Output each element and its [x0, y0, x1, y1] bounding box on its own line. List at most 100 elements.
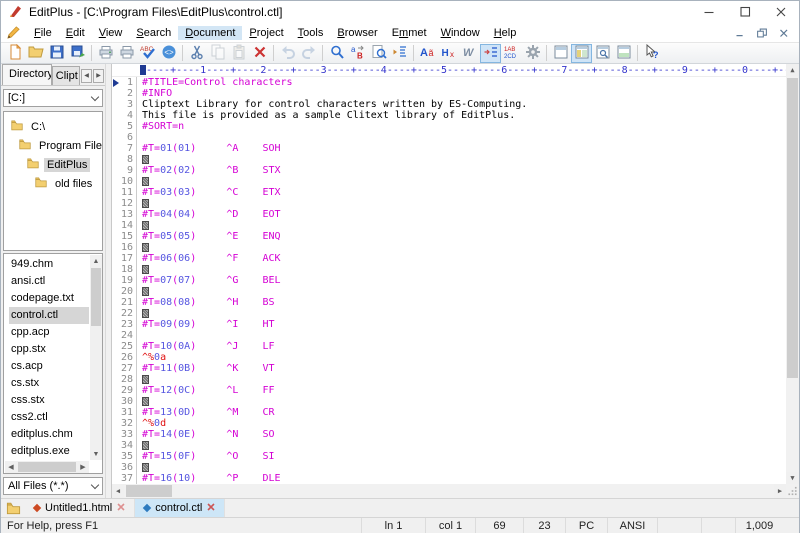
file-item[interactable]: css.stx: [9, 392, 89, 409]
indent-button[interactable]: [389, 44, 410, 63]
fullscreen-button[interactable]: [550, 44, 571, 63]
mdi-minimize-button[interactable]: [729, 25, 751, 41]
file-item[interactable]: cpp.acp: [9, 324, 89, 341]
scroll-right-icon[interactable]: ▶: [774, 484, 786, 498]
wrap-button[interactable]: W: [459, 44, 480, 63]
line-text: #SORT=n: [137, 121, 184, 132]
scroll-down-icon[interactable]: ▼: [90, 448, 102, 460]
close-tab-icon[interactable]: [117, 502, 125, 514]
line-number: 4: [120, 110, 137, 121]
scroll-right-icon[interactable]: ▶: [77, 461, 89, 473]
sidebar-tab-clipt[interactable]: Clipt: [52, 66, 80, 85]
menu-window[interactable]: Window: [434, 26, 487, 40]
paste-button[interactable]: [228, 44, 249, 63]
save-all-button[interactable]: [67, 44, 88, 63]
context-help-button[interactable]: ?: [641, 44, 662, 63]
open-folder-button[interactable]: [25, 44, 46, 63]
toolbar-separator: [182, 45, 183, 61]
menu-help[interactable]: Help: [487, 26, 524, 40]
resize-grip[interactable]: [783, 518, 799, 533]
file-filter-select[interactable]: All Files (*.*): [3, 477, 103, 495]
menu-search[interactable]: Search: [129, 26, 178, 40]
close-button[interactable]: [763, 1, 799, 23]
settings-button[interactable]: [522, 44, 543, 63]
menu-project[interactable]: Project: [242, 26, 290, 40]
scroll-up-icon[interactable]: ▲: [786, 64, 799, 76]
file-item[interactable]: 949.chm: [9, 256, 89, 273]
tree-item[interactable]: EditPlus: [4, 155, 102, 174]
find-button[interactable]: [326, 44, 347, 63]
svg-text:?: ?: [653, 50, 659, 60]
menu-file[interactable]: File: [27, 26, 59, 40]
ruler-button[interactable]: 1AB2CD: [501, 44, 522, 63]
mdi-restore-button[interactable]: [751, 25, 773, 41]
code-line: 21#T=08(08) ^H BS: [112, 297, 786, 308]
print-button[interactable]: [116, 44, 137, 63]
scrollbar-thumb[interactable]: [787, 78, 798, 378]
maximize-button[interactable]: [727, 1, 763, 23]
minimize-button[interactable]: [691, 1, 727, 23]
menu-view[interactable]: View: [92, 26, 130, 40]
tree-item[interactable]: Program Files: [4, 136, 102, 155]
tab-scroll-right-icon[interactable]: ▶: [93, 69, 104, 83]
save-button[interactable]: [46, 44, 67, 63]
scroll-left-icon[interactable]: ◀: [5, 461, 17, 473]
svg-text:A: A: [420, 47, 428, 59]
tree-item[interactable]: C:\: [4, 117, 102, 136]
case-icon: Aã: [420, 44, 436, 63]
doc-tab-control.ctl[interactable]: control.ctl: [135, 499, 225, 517]
output-button[interactable]: [613, 44, 634, 63]
file-list-vertical-scrollbar[interactable]: ▲ ▼: [90, 255, 102, 460]
code-view[interactable]: 1#TITLE=Control characters2#INFO3Cliptex…: [112, 77, 786, 484]
file-item[interactable]: cpp.stx: [9, 341, 89, 358]
line-numbers-button[interactable]: [480, 44, 501, 63]
file-item[interactable]: editplus.exe: [9, 443, 89, 460]
scrollbar-thumb[interactable]: [126, 485, 172, 497]
file-item[interactable]: cs.stx: [9, 375, 89, 392]
file-item[interactable]: cs.acp: [9, 358, 89, 375]
copy-button[interactable]: [207, 44, 228, 63]
file-item[interactable]: editplus.chm: [9, 426, 89, 443]
line-text: #T=09(09) ^I HT: [137, 319, 275, 330]
tab-scroll-left-icon[interactable]: ◀: [81, 69, 92, 83]
folder-icon[interactable]: [1, 499, 25, 517]
scroll-down-icon[interactable]: ▼: [786, 472, 799, 484]
new-file-button[interactable]: [4, 44, 25, 63]
code-view-button[interactable]: <>: [158, 44, 179, 63]
menu-tools[interactable]: Tools: [291, 26, 331, 40]
file-item[interactable]: ansi.ctl: [9, 273, 89, 290]
delete-button[interactable]: [249, 44, 270, 63]
drive-select[interactable]: [C:]: [3, 89, 103, 107]
menu-edit[interactable]: Edit: [59, 26, 92, 40]
scrollbar-thumb[interactable]: [18, 462, 76, 472]
file-list-horizontal-scrollbar[interactable]: ◀ ▶: [5, 461, 89, 473]
file-item[interactable]: css2.ctl: [9, 409, 89, 426]
mdi-close-button[interactable]: [773, 25, 795, 41]
editor-area[interactable]: ----+----1----+----2----+----3----+----4…: [111, 64, 799, 498]
doc-tab-untitled1.html[interactable]: Untitled1.html: [25, 499, 135, 517]
editor-vertical-scrollbar[interactable]: ▲ ▼: [786, 64, 799, 484]
menu-document[interactable]: Document: [178, 26, 242, 40]
sidebar-button[interactable]: [571, 44, 592, 63]
hex-button[interactable]: Hx: [438, 44, 459, 63]
file-item[interactable]: codepage.txt: [9, 290, 89, 307]
scroll-left-icon[interactable]: ◀: [112, 484, 124, 498]
editor-horizontal-scrollbar[interactable]: ◀ ▶: [112, 484, 786, 498]
menu-browser[interactable]: Browser: [330, 26, 384, 40]
cut-button[interactable]: [186, 44, 207, 63]
close-tab-icon[interactable]: [207, 502, 215, 514]
replace-button[interactable]: aB: [347, 44, 368, 63]
undo-button[interactable]: [277, 44, 298, 63]
tree-item[interactable]: old files: [4, 174, 102, 193]
spell-check-button[interactable]: ABC: [137, 44, 158, 63]
preview-button[interactable]: [592, 44, 613, 63]
file-item[interactable]: control.ctl: [9, 307, 89, 324]
redo-button[interactable]: [298, 44, 319, 63]
scroll-up-icon[interactable]: ▲: [90, 255, 102, 267]
print-setup-button[interactable]: [95, 44, 116, 63]
menu-emmet[interactable]: Emmet: [385, 26, 434, 40]
sidebar-tab-directory[interactable]: Directory: [2, 64, 52, 85]
find-in-files-button[interactable]: [368, 44, 389, 63]
case-button[interactable]: Aã: [417, 44, 438, 63]
scrollbar-thumb[interactable]: [91, 268, 101, 326]
